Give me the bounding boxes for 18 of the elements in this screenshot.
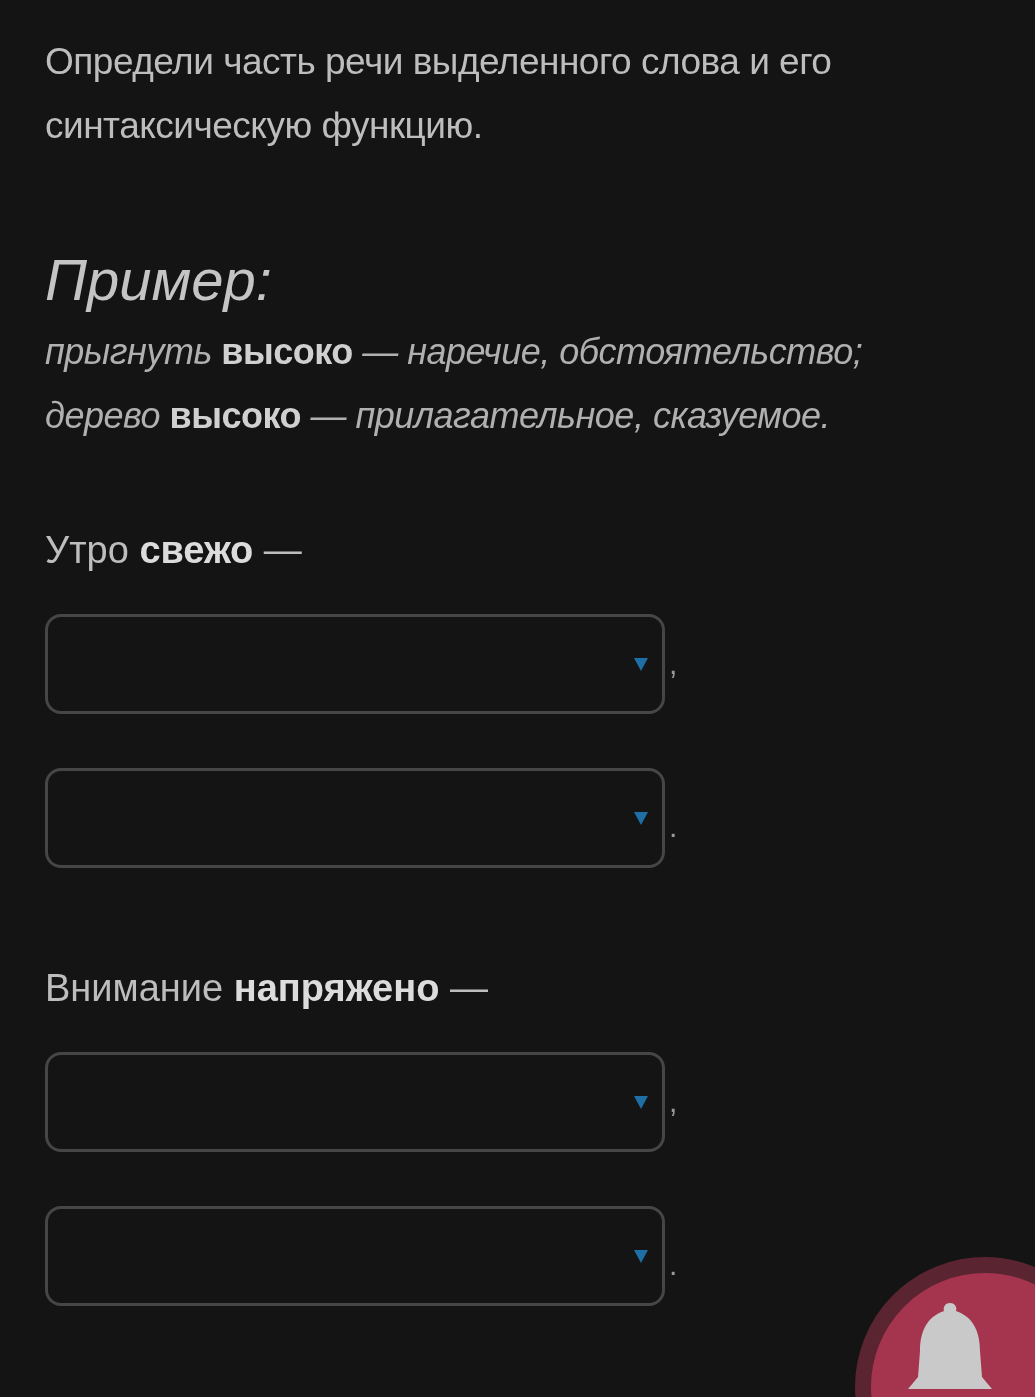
- answer-dropdown[interactable]: [45, 1052, 665, 1152]
- question-sentence: Внимание напряжено —: [45, 966, 489, 1011]
- answer-dropdown[interactable]: [45, 1206, 665, 1306]
- instruction-text: Определи часть речи выделенного слова и его синтаксическую функцию.: [45, 40, 833, 148]
- caret-icon: [634, 657, 648, 671]
- example-heading: Пример:: [45, 246, 273, 314]
- answer-dropdown[interactable]: [45, 614, 665, 714]
- example-line: дерево высоко — прилагательное, сказуемое.: [45, 394, 831, 438]
- punctuation-text: ,: [669, 647, 678, 681]
- caret-icon: [634, 1249, 648, 1263]
- punctuation-text: .: [669, 1248, 678, 1282]
- example-line: прыгнуть высоко — наречие, обстоятельство;: [45, 330, 864, 374]
- caret-icon: [634, 1095, 648, 1109]
- caret-icon: [634, 811, 648, 825]
- punctuation-text: ,: [669, 1085, 678, 1119]
- answer-dropdown[interactable]: [45, 768, 665, 868]
- question-sentence: Утро свежо —: [45, 528, 303, 573]
- punctuation-text: .: [669, 810, 678, 844]
